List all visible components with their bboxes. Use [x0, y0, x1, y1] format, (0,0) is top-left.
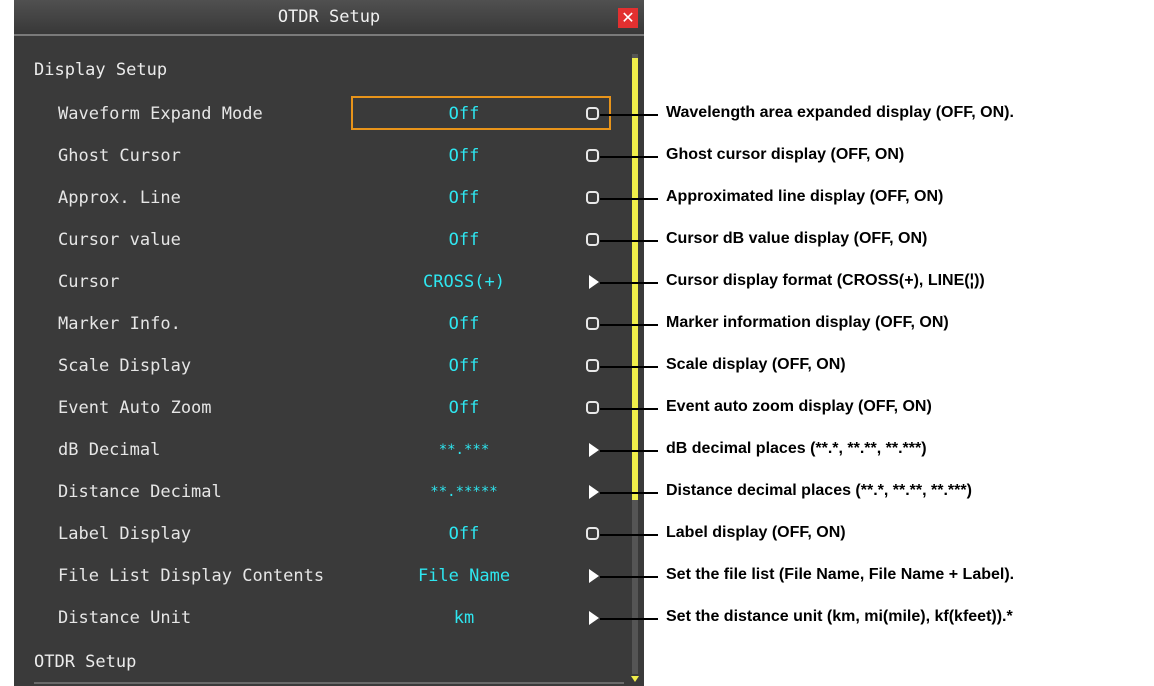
annotation-text: Scale display (OFF, ON)	[666, 356, 846, 373]
annotation-text: Marker information display (OFF, ON)	[666, 314, 949, 331]
annotation-connector	[600, 450, 658, 452]
setting-value[interactable]: Off	[364, 524, 564, 544]
toggle-box-icon[interactable]	[586, 233, 599, 246]
annotation-connector	[600, 408, 658, 410]
setting-row-approx-line[interactable]: Approx. Line Off	[14, 177, 624, 219]
annotation-text: Label display (OFF, ON)	[666, 524, 846, 541]
setting-row-cursor[interactable]: Cursor CROSS(+)	[14, 261, 624, 303]
setting-value[interactable]: Off	[364, 398, 564, 418]
annotation-connector	[600, 492, 658, 494]
setting-row-file-list-display-contents[interactable]: File List Display Contents File Name	[14, 555, 624, 597]
annotation-connector	[600, 576, 658, 578]
setting-label: Marker Info.	[58, 314, 181, 334]
setting-value[interactable]: Off	[364, 230, 564, 250]
submenu-arrow-icon[interactable]	[589, 611, 599, 625]
setting-value[interactable]: Off	[364, 314, 564, 334]
annotation-text: Cursor display format (CROSS(+), LINE(¦)…	[666, 272, 985, 289]
setting-row-marker-info[interactable]: Marker Info. Off	[14, 303, 624, 345]
setting-label: Distance Unit	[58, 608, 192, 628]
toggle-box-icon[interactable]	[586, 149, 599, 162]
setting-value[interactable]: Off	[364, 104, 564, 124]
section-header-otdr-setup[interactable]: OTDR Setup	[34, 652, 136, 672]
annotation-connector	[600, 240, 658, 242]
setting-row-db-decimal[interactable]: dB Decimal **.***	[14, 429, 624, 471]
setting-row-cursor-value[interactable]: Cursor value Off	[14, 219, 624, 261]
annotation-text: Distance decimal places (**.*, **.**, **…	[666, 482, 972, 499]
annotation-connector	[600, 156, 658, 158]
setting-row-ghost-cursor[interactable]: Ghost Cursor Off	[14, 135, 624, 177]
annotation-text: Approximated line display (OFF, ON)	[666, 188, 944, 205]
separator-line	[34, 682, 624, 684]
submenu-arrow-icon[interactable]	[589, 275, 599, 289]
annotation-text: dB decimal places (**.*, **.**, **.***)	[666, 440, 927, 457]
dialog-title: OTDR Setup	[277, 7, 381, 27]
setting-label: Approx. Line	[58, 188, 181, 208]
setting-row-waveform-expand-mode[interactable]: Waveform Expand Mode Off	[14, 93, 624, 135]
annotation-connector	[600, 324, 658, 326]
setting-label: Cursor value	[58, 230, 181, 250]
setting-value[interactable]: Off	[364, 188, 564, 208]
setting-row-distance-unit[interactable]: Distance Unit km	[14, 597, 624, 639]
setting-value[interactable]: File Name	[364, 566, 564, 586]
toggle-box-icon[interactable]	[586, 401, 599, 414]
toggle-box-icon[interactable]	[586, 317, 599, 330]
submenu-arrow-icon[interactable]	[589, 569, 599, 583]
annotation-text: Ghost cursor display (OFF, ON)	[666, 146, 905, 163]
annotation-connector	[600, 198, 658, 200]
setting-row-label-display[interactable]: Label Display Off	[14, 513, 624, 555]
toggle-box-icon[interactable]	[586, 359, 599, 372]
annotation-text: Event auto zoom display (OFF, ON)	[666, 398, 932, 415]
toggle-box-icon[interactable]	[586, 107, 599, 120]
annotation-text: Set the distance unit (km, mi(mile), kf(…	[666, 608, 1013, 625]
setting-label: Waveform Expand Mode	[58, 104, 263, 124]
setting-value[interactable]: Off	[364, 146, 564, 166]
setting-label: Ghost Cursor	[58, 146, 181, 166]
annotation-connector	[600, 618, 658, 620]
annotation-connector	[600, 534, 658, 536]
annotation-connector	[600, 114, 658, 116]
annotation-text: Cursor dB value display (OFF, ON)	[666, 230, 928, 247]
setting-label: File List Display Contents	[58, 566, 325, 586]
setting-label: Scale Display	[58, 356, 192, 376]
setting-value[interactable]: **.*****	[364, 484, 564, 500]
setting-value[interactable]: CROSS(+)	[364, 272, 564, 292]
setting-label: dB Decimal	[58, 440, 161, 460]
setting-label: Label Display	[58, 524, 192, 544]
scroll-down-arrow-icon[interactable]	[631, 676, 639, 682]
section-header-display-setup: Display Setup	[34, 60, 168, 80]
setting-label: Distance Decimal	[58, 482, 222, 502]
setting-row-event-auto-zoom[interactable]: Event Auto Zoom Off	[14, 387, 624, 429]
annotation-text: Wavelength area expanded display (OFF, O…	[666, 104, 1014, 121]
toggle-box-icon[interactable]	[586, 191, 599, 204]
close-icon[interactable]: ✕	[618, 8, 638, 28]
submenu-arrow-icon[interactable]	[589, 443, 599, 457]
setting-value[interactable]: Off	[364, 356, 564, 376]
submenu-arrow-icon[interactable]	[589, 485, 599, 499]
otdr-setup-dialog: OTDR Setup ✕ Display Setup Waveform Expa…	[14, 0, 644, 686]
dialog-titlebar: OTDR Setup ✕	[14, 0, 644, 36]
setting-row-distance-decimal[interactable]: Distance Decimal **.*****	[14, 471, 624, 513]
setting-row-scale-display[interactable]: Scale Display Off	[14, 345, 624, 387]
setting-value[interactable]: **.***	[364, 442, 564, 458]
annotation-text: Set the file list (File Name, File Name …	[666, 566, 1015, 583]
annotation-connector	[600, 282, 658, 284]
toggle-box-icon[interactable]	[586, 527, 599, 540]
setting-label: Event Auto Zoom	[58, 398, 212, 418]
setting-value[interactable]: km	[364, 608, 564, 628]
setting-label: Cursor	[58, 272, 120, 292]
annotation-connector	[600, 366, 658, 368]
scrollbar-thumb[interactable]	[632, 58, 638, 500]
